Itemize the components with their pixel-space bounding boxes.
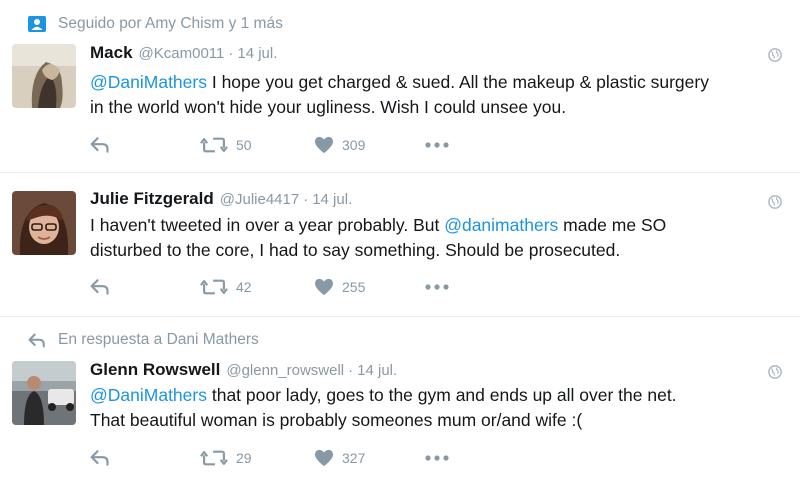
retweet-count: 42 (236, 279, 252, 295)
globe-icon (768, 48, 782, 62)
author-handle[interactable]: @Kcam0011 (139, 45, 225, 62)
reply-arrow-icon (26, 331, 48, 349)
reply-button[interactable] (90, 134, 110, 156)
separator: · (303, 191, 309, 208)
heart-icon (314, 136, 334, 154)
retweet-icon (200, 278, 228, 296)
retweet-button[interactable]: 29 (200, 447, 252, 469)
globe-icon (768, 195, 782, 209)
like-button[interactable]: 309 (314, 134, 365, 156)
reply-button[interactable] (90, 447, 110, 469)
author-name[interactable]: Julie Fitzgerald (90, 189, 214, 209)
avatar[interactable] (12, 44, 76, 108)
avatar[interactable] (12, 361, 76, 425)
tweet-context: Seguido por Amy Chism y 1 más (28, 14, 283, 34)
like-button[interactable]: 327 (314, 447, 365, 469)
author-handle[interactable]: @Julie4417 (220, 191, 299, 208)
tweet-timeline: Seguido por Amy Chism y 1 más Mack @Kcam… (0, 0, 800, 485)
tweet-mack[interactable]: Seguido por Amy Chism y 1 más Mack @Kcam… (0, 0, 800, 173)
tweet-text: @DaniMathers that poor lady, goes to the… (90, 383, 790, 433)
reply-icon (90, 278, 110, 296)
tweet-header: Julie Fitzgerald @Julie4417 · 14 jul. (90, 189, 352, 209)
text-line: in the world won't hide your ugliness. W… (90, 97, 567, 117)
like-button[interactable]: 255 (314, 276, 365, 298)
separator: · (348, 362, 354, 379)
reply-icon (90, 136, 110, 154)
tweet-glenn[interactable]: En respuesta a Dani Mathers Glenn Rowswe… (0, 317, 800, 485)
more-button[interactable] (424, 134, 450, 156)
tweet-actions: 29 327 (90, 447, 510, 469)
mention-link[interactable]: @DaniMathers (90, 72, 207, 92)
text-line: that poor lady, goes to the gym and ends… (206, 385, 677, 405)
heart-icon (314, 449, 334, 467)
retweet-count: 50 (236, 137, 252, 153)
like-count: 309 (342, 137, 366, 153)
heart-icon (314, 278, 334, 296)
avatar[interactable] (12, 191, 76, 255)
like-count: 255 (342, 279, 366, 295)
retweet-count: 29 (236, 450, 252, 466)
tweet-header: Mack @Kcam0011 · 14 jul. (90, 43, 277, 63)
more-dots-icon (425, 284, 449, 290)
author-name[interactable]: Mack (90, 43, 133, 63)
timestamp[interactable]: 14 jul. (312, 191, 352, 208)
mention-link[interactable]: @DaniMathers (90, 385, 207, 405)
retweet-button[interactable]: 50 (200, 134, 252, 156)
tweet-actions: 42 255 (90, 276, 510, 298)
context-text[interactable]: En respuesta a Dani Mathers (58, 331, 259, 349)
timestamp[interactable]: 14 jul. (357, 362, 397, 379)
retweet-icon (200, 449, 228, 467)
author-name[interactable]: Glenn Rowswell (90, 360, 220, 380)
author-handle[interactable]: @glenn_rowswell (226, 362, 344, 379)
retweet-icon (200, 136, 228, 154)
tweet-julie[interactable]: Julie Fitzgerald @Julie4417 · 14 jul. I … (0, 173, 800, 317)
separator: · (228, 45, 234, 62)
tweet-actions: 50 309 (90, 134, 510, 156)
more-button[interactable] (424, 276, 450, 298)
text-line: made me SO (558, 215, 667, 235)
mention-link[interactable]: @danimathers (444, 215, 558, 235)
tweet-context: En respuesta a Dani Mathers (58, 330, 259, 350)
tweet-text: I haven't tweeted in over a year probabl… (90, 213, 790, 263)
reply-button[interactable] (90, 276, 110, 298)
globe-icon (768, 365, 782, 379)
text-line: That beautiful woman is probably someone… (90, 410, 583, 430)
retweet-button[interactable]: 42 (200, 276, 252, 298)
like-count: 327 (342, 450, 366, 466)
timestamp[interactable]: 14 jul. (237, 45, 277, 62)
tweet-header: Glenn Rowswell @glenn_rowswell · 14 jul. (90, 360, 397, 380)
more-dots-icon (425, 142, 449, 148)
text-line: I hope you get charged & sued. All the m… (206, 72, 709, 92)
more-button[interactable] (424, 447, 450, 469)
context-text[interactable]: Seguido por Amy Chism y 1 más (58, 15, 283, 33)
tweet-text: @DaniMathers I hope you get charged & su… (90, 70, 790, 120)
reply-icon (90, 449, 110, 467)
text-line: I haven't tweeted in over a year probabl… (90, 215, 445, 235)
text-line: disturbed to the core, I had to say some… (90, 240, 621, 260)
person-icon (26, 15, 48, 33)
more-dots-icon (425, 455, 449, 461)
